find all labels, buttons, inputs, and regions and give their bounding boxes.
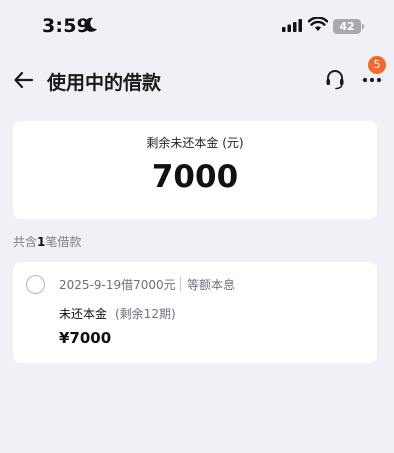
loan-count-prefix: 共含 <box>13 235 38 249</box>
status-time: 3:59 <box>42 15 91 37</box>
unpaid-principal-label: 未还本金 <box>59 307 108 321</box>
back-arrow-icon[interactable] <box>12 68 36 92</box>
notification-badge: 5 <box>368 56 386 74</box>
loan-title: 2025-9-19借7000元 <box>59 278 176 292</box>
loan-select-radio[interactable] <box>26 275 45 294</box>
loan-count-line: 共含1笔借款 <box>13 233 81 250</box>
unpaid-principal-amount: ¥7000 <box>59 329 112 347</box>
page-title: 使用中的借款 <box>47 72 162 94</box>
loan-item-card[interactable]: 2025-9-19借7000元 等额本息 未还本金 (剩余12期) ¥7000 <box>13 262 377 363</box>
divider <box>180 277 181 291</box>
headset-icon[interactable] <box>324 68 346 90</box>
remaining-periods: (剩余12期) <box>115 307 176 321</box>
remaining-principal-amount: 7000 <box>151 159 239 195</box>
status-bar: 3:59 42 <box>0 0 394 52</box>
moon-icon <box>84 17 97 32</box>
wifi-icon <box>308 17 328 31</box>
battery-icon: 42 <box>333 19 361 34</box>
remaining-principal-label: 剩余未还本金 (元) <box>146 136 244 150</box>
repayment-method: 等额本息 <box>187 278 236 292</box>
battery-nub <box>362 24 364 29</box>
cellular-signal-icon <box>282 19 302 32</box>
remaining-principal-card: 剩余未还本金 (元) 7000 <box>13 121 377 219</box>
loan-count-suffix: 笔借款 <box>45 235 82 249</box>
nav-bar: 使用中的借款 <box>0 56 394 102</box>
